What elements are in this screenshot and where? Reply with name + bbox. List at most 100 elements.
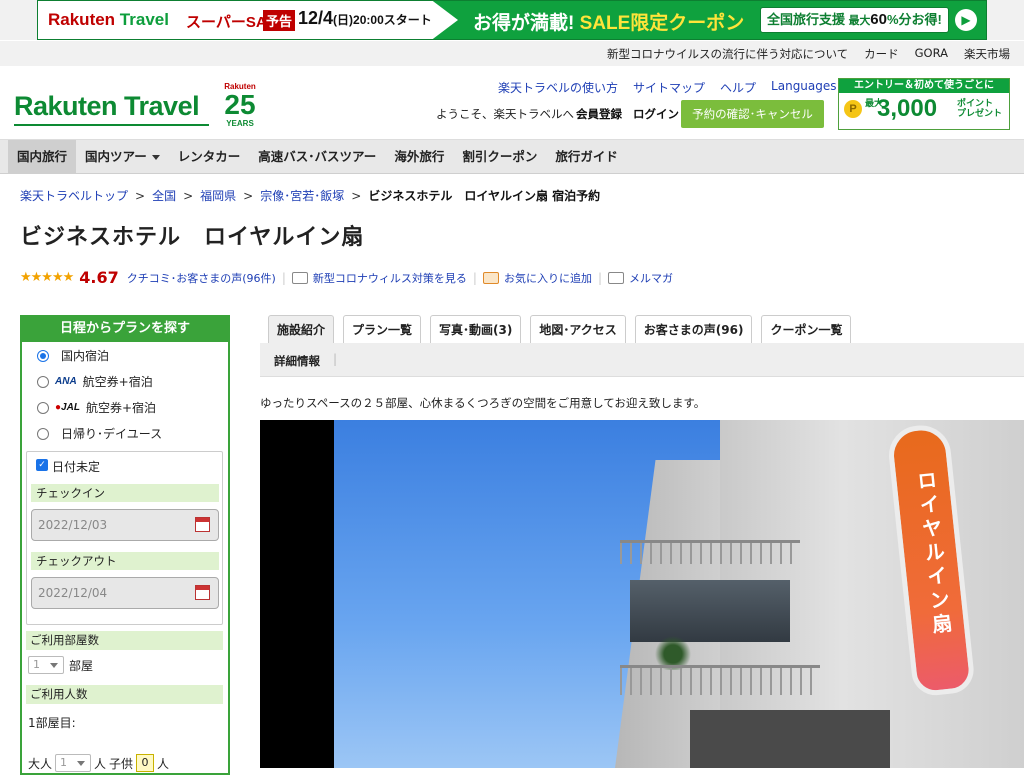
favorite-folder-icon: [482, 271, 499, 284]
util-link-card[interactable]: カード: [864, 46, 899, 62]
adult-select[interactable]: 1: [55, 754, 92, 772]
photo-glass: [630, 580, 790, 642]
tab-coupons[interactable]: クーポン一覧: [761, 315, 852, 343]
main-nav: 国内旅行 国内ツアー レンタカー 高速バス･バスツアー 海外旅行 割引クーポン …: [0, 140, 1024, 174]
banner-logo-a: Rakuten: [48, 10, 116, 29]
option-dayuse-label: 日帰り･デイユース: [61, 427, 163, 441]
guests-row: 大人 1 人 子供 0 人: [28, 754, 169, 772]
register-link[interactable]: 会員登録: [576, 106, 622, 122]
radio-ana[interactable]: [37, 375, 49, 388]
photo-entrance: [690, 710, 890, 768]
nav-domestic-tour[interactable]: 国内ツアー: [76, 140, 169, 174]
utility-bar: 新型コロナウイルスの流行に伴う対応について カード GORA 楽天市場: [0, 40, 1024, 66]
checkout-input[interactable]: 2022/12/04: [31, 577, 219, 609]
radio-jal[interactable]: [37, 401, 49, 414]
languages-label: Languages: [771, 79, 837, 93]
option-jal-label: 航空券+宿泊: [85, 401, 157, 415]
photo-railing-lower: [620, 665, 820, 695]
site-logo[interactable]: Rakuten Travel: [14, 91, 200, 122]
breadcrumb-sep: >: [183, 189, 194, 203]
reservation-button[interactable]: 予約の確認･キャンセル: [681, 100, 824, 128]
banner-weekday: (日): [333, 13, 354, 27]
points-promo[interactable]: エントリー＆初めて使うごとに P 最大 3,000 ポイント プレゼント: [838, 78, 1010, 130]
banner-headline-a: お得が満載!: [473, 13, 580, 34]
date-undecided-label: 日付未定: [52, 460, 101, 474]
util-link-covid[interactable]: 新型コロナウイルスの流行に伴う対応について: [607, 46, 848, 62]
logo-underline: [14, 124, 209, 126]
option-domestic[interactable]: 国内宿泊: [37, 347, 109, 364]
nav-domestic-tour-label: 国内ツアー: [85, 149, 147, 164]
tab-map[interactable]: 地図･アクセス: [530, 315, 626, 343]
banner-date: 12/4(日)20:00スタート: [298, 8, 432, 29]
subtab-details[interactable]: 詳細情報: [274, 353, 320, 369]
breadcrumb-area[interactable]: 宗像･宮若･飯塚: [260, 189, 344, 203]
checkin-input[interactable]: 2022/12/03: [31, 509, 219, 541]
favorite-link[interactable]: お気に入りに追加: [504, 270, 592, 286]
nav-domestic[interactable]: 国内旅行: [8, 140, 77, 174]
rooms-select[interactable]: 1: [28, 656, 64, 674]
rating-score: 4.67: [79, 268, 119, 287]
breadcrumb-top[interactable]: 楽天トラベルトップ: [20, 189, 128, 203]
breadcrumb-sep: >: [351, 189, 362, 203]
ana-logo-icon: ANA: [55, 376, 77, 387]
rooms-row: 1 部屋: [28, 656, 93, 674]
banner-ad[interactable]: Rakuten Travel スーパーSALE 予告 12/4(日)20:00ス…: [37, 0, 987, 40]
tab-facility[interactable]: 施設紹介: [268, 315, 335, 343]
banner-coupon-prefix: 最大: [848, 15, 871, 27]
nav-bus[interactable]: 高速バス･バスツアー: [249, 140, 385, 174]
option-dayuse[interactable]: 日帰り･デイユース: [37, 425, 162, 442]
welcome-text: ようこそ、楽天トラベルへ: [436, 107, 574, 121]
promo-unit: ポイント プレゼント: [957, 99, 1002, 119]
banner-coupon-suffix: %分お得!: [886, 12, 942, 27]
tab-photos[interactable]: 写真･動画(3): [430, 315, 522, 343]
hotel-photo[interactable]: ロイヤルイン扇: [260, 420, 1024, 768]
link-sitemap[interactable]: サイトマップ: [633, 79, 705, 96]
covid-measures-link[interactable]: 新型コロナウィルス対策を見る: [313, 270, 467, 286]
child-unit: 人: [157, 756, 170, 771]
banner-coupon-label: 全国旅行支援: [767, 12, 846, 27]
date-undecided-checkbox[interactable]: ✓: [36, 459, 48, 471]
login-link[interactable]: ログイン: [633, 106, 679, 122]
tab-reviews[interactable]: お客さまの声(96): [634, 315, 753, 343]
nav-overseas[interactable]: 海外旅行: [385, 140, 453, 174]
mailmag-link[interactable]: メルマガ: [629, 270, 673, 286]
child-input[interactable]: 0: [136, 754, 155, 772]
util-link-ichiba[interactable]: 楽天市場: [964, 46, 1010, 62]
anniv-bottom: YEARS: [226, 119, 254, 128]
sub-tabs: 詳細情報 |: [260, 343, 1024, 377]
breadcrumb-sep: >: [135, 189, 146, 203]
calendar-icon[interactable]: [195, 517, 210, 532]
banner-date-value: 12/4: [298, 8, 334, 28]
play-arrow-icon[interactable]: ▶: [955, 9, 977, 31]
promo-header: エントリー＆初めて使うごとに: [839, 79, 1009, 93]
radio-dayuse[interactable]: [37, 427, 49, 440]
checkin-label: チェックイン: [31, 484, 219, 502]
photo-palm: [655, 630, 691, 670]
option-ana[interactable]: ANA 航空券+宿泊: [37, 373, 153, 390]
calendar-icon[interactable]: [195, 585, 210, 600]
nav-guide[interactable]: 旅行ガイド: [546, 140, 627, 174]
anniv-num: 25: [224, 89, 256, 120]
breadcrumb-pref[interactable]: 福岡県: [200, 189, 236, 203]
divider: |: [597, 270, 602, 285]
adult-unit: 人: [94, 756, 107, 771]
util-link-gora[interactable]: GORA: [915, 46, 948, 62]
link-help[interactable]: ヘルプ: [720, 79, 756, 96]
option-jal[interactable]: ●JAL 航空券+宿泊: [37, 399, 156, 416]
hotel-tabs: 施設紹介 プラン一覧 写真･動画(3) 地図･アクセス お客さまの声(96) ク…: [268, 315, 852, 343]
divider: |: [281, 270, 286, 285]
tab-plans[interactable]: プラン一覧: [343, 315, 422, 343]
search-panel-title: 日程からプランを探す: [20, 315, 230, 342]
banner-notice: 予告: [263, 10, 296, 31]
promo-unit-2: プレゼント: [957, 109, 1003, 119]
link-howto[interactable]: 楽天トラベルの使い方: [498, 79, 618, 96]
promo-body: P 最大 3,000 ポイント プレゼント: [839, 93, 1009, 129]
nav-coupon[interactable]: 割引クーポン: [453, 140, 546, 174]
breadcrumb-all[interactable]: 全国: [152, 189, 176, 203]
banner-headline-b: SALE: [579, 13, 631, 34]
guests-label: ご利用人数: [26, 685, 223, 704]
promo-banner[interactable]: Rakuten Travel スーパーSALE 予告 12/4(日)20:00ス…: [0, 0, 1024, 40]
reviews-link[interactable]: クチコミ･お客さまの声(96件): [127, 270, 276, 286]
nav-rentacar[interactable]: レンタカー: [169, 140, 250, 174]
radio-domestic[interactable]: [37, 349, 49, 362]
